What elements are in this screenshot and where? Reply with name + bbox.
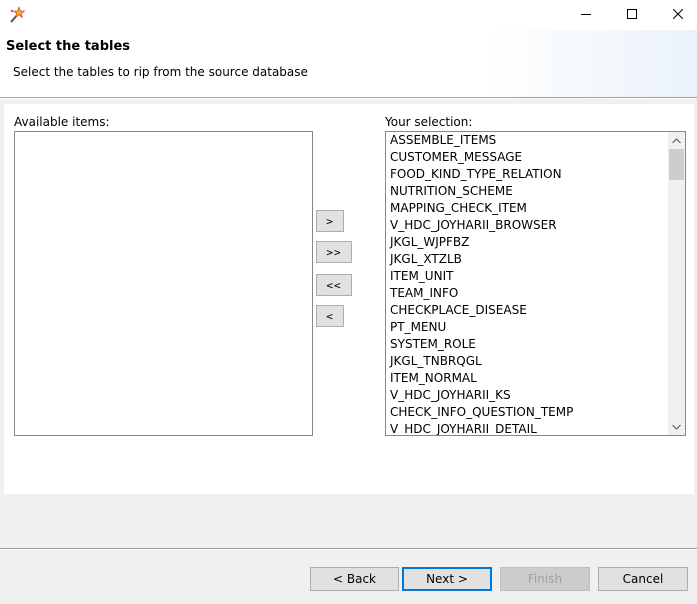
list-item[interactable]: V_HDC_JOYHARII_DETAIL: [386, 421, 668, 435]
scroll-down-icon[interactable]: [668, 418, 685, 435]
list-item[interactable]: JKGL_WJPFBZ: [386, 234, 668, 251]
list-item[interactable]: ITEM_NORMAL: [386, 370, 668, 387]
list-item[interactable]: JKGL_XTZLB: [386, 251, 668, 268]
minimize-icon: [581, 8, 591, 22]
finish-button: Finish: [500, 567, 590, 591]
wizard-header: Select the tables Select the tables to r…: [0, 30, 697, 97]
selection-items: ASSEMBLE_ITEMS CUSTOMER_MESSAGE FOOD_KIND_…: [386, 132, 668, 435]
vertical-scrollbar[interactable]: [668, 132, 685, 435]
list-item[interactable]: ASSEMBLE_ITEMS: [386, 132, 668, 149]
list-item[interactable]: JKGL_TNBRQGL: [386, 353, 668, 370]
close-icon: [672, 8, 684, 22]
page-description: Select the tables to rip from the source…: [13, 65, 308, 79]
page-title: Select the tables: [6, 39, 131, 54]
available-items-label: Available items:: [14, 115, 110, 129]
list-item[interactable]: ITEM_UNIT: [386, 268, 668, 285]
title-bar: [0, 0, 697, 30]
list-item[interactable]: V_HDC_JOYHARII_KS: [386, 387, 668, 404]
content-panel: Available items: > >> << < Your selectio…: [4, 104, 694, 494]
your-selection-list[interactable]: ASSEMBLE_ITEMS CUSTOMER_MESSAGE FOOD_KIND_…: [385, 131, 686, 436]
list-item[interactable]: PT_MENU: [386, 319, 668, 336]
next-button[interactable]: Next >: [402, 567, 492, 591]
add-button[interactable]: >: [316, 210, 344, 232]
add-all-button[interactable]: >>: [316, 241, 352, 263]
minimize-button[interactable]: [563, 0, 609, 30]
header-divider-highlight: [0, 98, 697, 99]
list-item[interactable]: NUTRITION_SCHEME: [386, 183, 668, 200]
list-item[interactable]: V_HDC_JOYHARII_BROWSER: [386, 217, 668, 234]
footer-divider-highlight: [0, 549, 697, 550]
available-items-list[interactable]: [14, 131, 313, 436]
list-item[interactable]: CUSTOMER_MESSAGE: [386, 149, 668, 166]
list-item[interactable]: SYSTEM_ROLE: [386, 336, 668, 353]
cancel-button[interactable]: Cancel: [598, 567, 688, 591]
remove-button[interactable]: <: [316, 305, 344, 327]
maximize-icon: [627, 8, 637, 22]
list-item[interactable]: TEAM_INFO: [386, 285, 668, 302]
list-item[interactable]: CHECK_INFO_QUESTION_TEMP: [386, 404, 668, 421]
scroll-thumb[interactable]: [669, 149, 684, 180]
list-item[interactable]: MAPPING_CHECK_ITEM: [386, 200, 668, 217]
maximize-button[interactable]: [609, 0, 655, 30]
list-item[interactable]: FOOD_KIND_TYPE_RELATION: [386, 166, 668, 183]
wand-icon: [8, 6, 26, 24]
remove-all-button[interactable]: <<: [316, 274, 352, 296]
back-button[interactable]: < Back: [310, 567, 399, 591]
scroll-up-icon[interactable]: [668, 132, 685, 149]
close-button[interactable]: [655, 0, 697, 30]
list-item[interactable]: CHECKPLACE_DISEASE: [386, 302, 668, 319]
your-selection-label: Your selection:: [385, 115, 473, 129]
